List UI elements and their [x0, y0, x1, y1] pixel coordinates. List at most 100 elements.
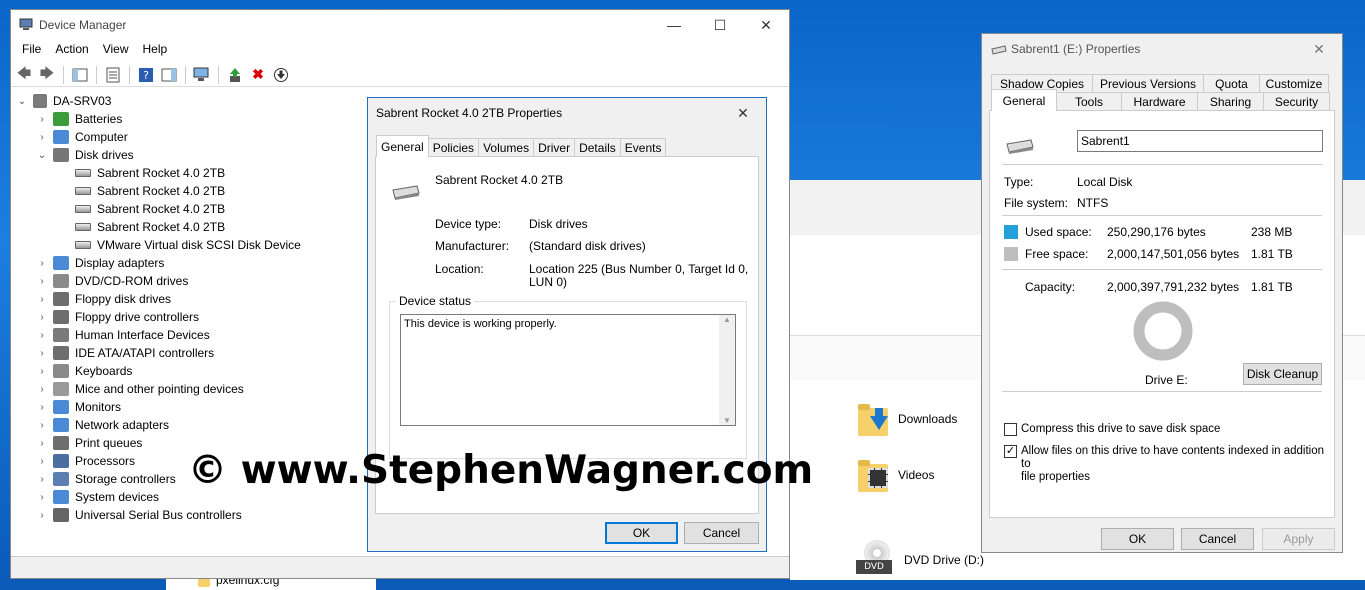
ok-button[interactable]: OK — [605, 522, 678, 544]
tab-general[interactable]: General — [991, 89, 1057, 111]
tree-device[interactable]: Sabrent Rocket 4.0 2TB — [75, 200, 225, 218]
tree-device[interactable]: Sabrent Rocket 4.0 2TB — [75, 218, 225, 236]
used-bytes: 250,290,176 bytes — [1107, 225, 1206, 239]
tab-tools[interactable]: Tools — [1056, 92, 1122, 111]
maximize-button[interactable]: ☐ — [697, 10, 743, 40]
disk-cleanup-button[interactable]: Disk Cleanup — [1243, 363, 1322, 385]
properties-icon[interactable] — [103, 65, 123, 85]
menu-file[interactable]: File — [15, 40, 48, 60]
compress-checkbox-row[interactable]: Compress this drive to save disk space — [1004, 423, 1220, 436]
tab-sharing[interactable]: Sharing — [1197, 92, 1264, 111]
explorer-item-downloads[interactable]: Downloads — [858, 402, 957, 436]
tree-category[interactable]: › Floppy disk drives — [37, 290, 171, 308]
compress-checkbox[interactable] — [1004, 423, 1017, 436]
chevron-right-icon[interactable]: › — [37, 492, 47, 503]
tree-device[interactable]: Sabrent Rocket 4.0 2TB — [75, 182, 225, 200]
back-icon[interactable]: 🡄 — [14, 65, 34, 85]
tree-category[interactable]: › Batteries — [37, 110, 122, 128]
chevron-down-icon[interactable]: ⌄ — [37, 150, 47, 161]
cancel-button[interactable]: Cancel — [684, 522, 759, 544]
help-icon[interactable]: ? — [136, 65, 156, 85]
compress-label: Compress this drive to save disk space — [1021, 423, 1221, 435]
tab-previous-versions[interactable]: Previous Versions — [1092, 74, 1204, 93]
explorer-item-dvd-drive[interactable]: DVD DVD Drive (D:) — [854, 540, 984, 580]
chevron-right-icon[interactable]: › — [37, 276, 47, 287]
chevron-right-icon[interactable]: › — [37, 456, 47, 467]
drive-ok-button[interactable]: OK — [1101, 528, 1174, 550]
tree-category-label: Monitors — [75, 400, 122, 414]
menu-help[interactable]: Help — [136, 40, 175, 60]
chevron-right-icon[interactable]: › — [37, 438, 47, 449]
drive-apply-button[interactable]: Apply — [1262, 528, 1335, 550]
menu-action[interactable]: Action — [48, 40, 95, 60]
drive-props-close-button[interactable]: ✕ — [1296, 34, 1342, 64]
explorer-item-videos[interactable]: Videos — [858, 458, 934, 492]
tree-category[interactable]: › Display adapters — [37, 254, 164, 272]
tab-driver[interactable]: Driver — [533, 138, 576, 157]
chevron-right-icon[interactable]: › — [37, 294, 47, 305]
tab-policies[interactable]: Policies — [427, 138, 480, 157]
free-label: Free space: — [1025, 247, 1089, 261]
chevron-right-icon[interactable]: › — [37, 132, 47, 143]
tree-category[interactable]: › Universal Serial Bus controllers — [37, 506, 242, 524]
chevron-right-icon[interactable]: › — [37, 312, 47, 323]
chevron-right-icon[interactable]: › — [37, 510, 47, 521]
device-props-close-button[interactable]: ✕ — [720, 98, 766, 128]
minimize-button[interactable]: — — [651, 10, 697, 40]
device-status-textarea[interactable]: This device is working properly. ▲ ▼ — [400, 314, 736, 426]
tree-category[interactable]: › Floppy drive controllers — [37, 308, 199, 326]
tree-category[interactable]: › Storage controllers — [37, 470, 176, 488]
tree-root[interactable]: ⌄ DA-SRV03 — [17, 92, 111, 110]
tree-category[interactable]: › Monitors — [37, 398, 121, 416]
tree-category[interactable]: › Network adapters — [37, 416, 169, 434]
tab-quota[interactable]: Quota — [1203, 74, 1260, 93]
status-scrollbar[interactable]: ▲ ▼ — [719, 315, 735, 425]
tab-volumes[interactable]: Volumes — [478, 138, 535, 157]
show-hide-console-tree-icon[interactable] — [70, 65, 90, 85]
close-button[interactable]: ✕ — [743, 10, 789, 40]
tab-events[interactable]: Events — [619, 138, 667, 157]
device-status-text: This device is working properly. — [404, 318, 557, 330]
tree-category[interactable]: › Keyboards — [37, 362, 132, 380]
tree-category[interactable]: › Print queues — [37, 434, 142, 452]
chevron-right-icon[interactable]: › — [37, 330, 47, 341]
chevron-down-icon[interactable]: ⌄ — [17, 96, 27, 107]
tree-category[interactable]: › System devices — [37, 488, 159, 506]
tab-security[interactable]: Security — [1263, 92, 1330, 111]
chevron-right-icon[interactable]: › — [37, 402, 47, 413]
tab-general[interactable]: General — [376, 135, 429, 157]
tree-category[interactable]: › IDE ATA/ATAPI controllers — [37, 344, 214, 362]
tree-device[interactable]: VMware Virtual disk SCSI Disk Device — [75, 236, 301, 254]
chevron-right-icon[interactable]: › — [37, 348, 47, 359]
forward-icon[interactable]: 🡆 — [37, 65, 57, 85]
drive-cancel-button[interactable]: Cancel — [1181, 528, 1254, 550]
action-pane-icon[interactable] — [159, 65, 179, 85]
tree-category[interactable]: › Computer — [37, 128, 128, 146]
index-checkbox-row[interactable]: ✓ Allow files on this drive to have cont… — [1004, 445, 1334, 484]
volume-name-input[interactable] — [1077, 130, 1323, 152]
chevron-right-icon[interactable]: › — [37, 114, 47, 125]
chevron-right-icon[interactable]: › — [37, 474, 47, 485]
index-checkbox-checked[interactable]: ✓ — [1004, 445, 1017, 458]
tree-category[interactable]: › Processors — [37, 452, 135, 470]
scan-hardware-icon[interactable] — [192, 65, 212, 85]
tree-category[interactable]: › Mice and other pointing devices — [37, 380, 244, 398]
uninstall-device-icon[interactable]: ✖ — [248, 65, 268, 85]
tree-device[interactable]: Sabrent Rocket 4.0 2TB — [75, 164, 225, 182]
update-driver-icon[interactable] — [225, 65, 245, 85]
chevron-right-icon[interactable]: › — [37, 366, 47, 377]
scroll-down-icon[interactable]: ▼ — [719, 416, 735, 425]
tree-category[interactable]: › DVD/CD-ROM drives — [37, 272, 188, 290]
disk-drive-icon — [75, 241, 91, 249]
tab-customize[interactable]: Customize — [1259, 74, 1329, 93]
tree-category[interactable]: › Human Interface Devices — [37, 326, 210, 344]
chevron-right-icon[interactable]: › — [37, 420, 47, 431]
scroll-up-icon[interactable]: ▲ — [719, 315, 735, 324]
tab-details[interactable]: Details — [574, 138, 621, 157]
disable-device-icon[interactable] — [271, 65, 291, 85]
tab-hardware[interactable]: Hardware — [1121, 92, 1198, 111]
menu-view[interactable]: View — [96, 40, 136, 60]
chevron-right-icon[interactable]: › — [37, 384, 47, 395]
tree-category[interactable]: ⌄ Disk drives — [37, 146, 134, 164]
chevron-right-icon[interactable]: › — [37, 258, 47, 269]
